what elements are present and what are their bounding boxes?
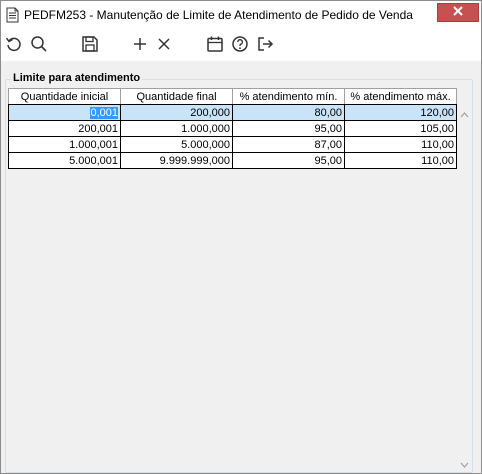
table-cell[interactable]: 120,00 <box>344 104 457 121</box>
help-icon[interactable] <box>230 34 250 54</box>
table-row[interactable]: 200,001 1.000,000 95,00 105,00 <box>8 120 457 137</box>
close-icon <box>453 6 463 19</box>
limits-table: Quantidade inicial Quantidade final % at… <box>8 88 457 169</box>
column-header[interactable]: Quantidade final <box>120 88 233 105</box>
toolbar <box>1 29 481 61</box>
column-header[interactable]: % atendimento máx. <box>344 88 457 105</box>
save-icon[interactable] <box>80 34 100 54</box>
table-cell[interactable]: 110,00 <box>344 152 457 169</box>
table-cell[interactable]: 0,001 <box>8 104 121 121</box>
table-row[interactable]: 1.000,001 5.000,000 87,00 110,00 <box>8 136 457 153</box>
title-bar: PEDFM253 - Manutenção de Limite de Atend… <box>1 1 481 29</box>
refresh-icon[interactable] <box>4 34 24 54</box>
table-cell[interactable]: 5.000,000 <box>120 136 233 153</box>
table-cell[interactable]: 95,00 <box>232 152 345 169</box>
scroll-down-icon[interactable] <box>460 460 469 468</box>
search-icon[interactable] <box>29 34 49 54</box>
table-header-row: Quantidade inicial Quantidade final % at… <box>8 88 457 105</box>
table-cell[interactable]: 105,00 <box>344 120 457 137</box>
grid-area: Quantidade inicial Quantidade final % at… <box>8 88 469 470</box>
table-cell[interactable]: 1.000,000 <box>120 120 233 137</box>
exit-icon[interactable] <box>255 34 275 54</box>
group-label: Limite para atendimento <box>11 72 143 84</box>
table-cell[interactable]: 1.000,001 <box>8 136 121 153</box>
add-icon[interactable] <box>130 34 150 54</box>
table-cell[interactable]: 5.000,001 <box>8 152 121 169</box>
table-cell[interactable]: 110,00 <box>344 136 457 153</box>
vertical-scrollbar[interactable] <box>460 108 469 470</box>
delete-icon[interactable] <box>154 34 174 54</box>
app-window: PEDFM253 - Manutenção de Limite de Atend… <box>0 0 482 474</box>
column-header[interactable]: % atendimento mín. <box>232 88 345 105</box>
window-title: PEDFM253 - Manutenção de Limite de Atend… <box>24 8 413 22</box>
selected-cell-text[interactable]: 0,001 <box>90 106 118 119</box>
content-area: Limite para atendimento Quantidade inici… <box>1 61 481 473</box>
close-button[interactable] <box>437 3 479 22</box>
table-row[interactable]: 0,001 200,000 80,00 120,00 <box>8 104 457 121</box>
table-cell[interactable]: 95,00 <box>232 120 345 137</box>
document-icon <box>6 7 19 23</box>
table-cell[interactable]: 200,001 <box>8 120 121 137</box>
table-cell[interactable]: 9.999.999,000 <box>120 152 233 169</box>
column-header[interactable]: Quantidade inicial <box>8 88 121 105</box>
table-cell[interactable]: 87,00 <box>232 136 345 153</box>
scroll-up-icon[interactable] <box>460 110 469 118</box>
table-row[interactable]: 5.000,001 9.999.999,000 95,00 110,00 <box>8 152 457 169</box>
table-cell[interactable]: 80,00 <box>232 104 345 121</box>
calendar-icon[interactable] <box>205 34 225 54</box>
table-cell[interactable]: 200,000 <box>120 104 233 121</box>
